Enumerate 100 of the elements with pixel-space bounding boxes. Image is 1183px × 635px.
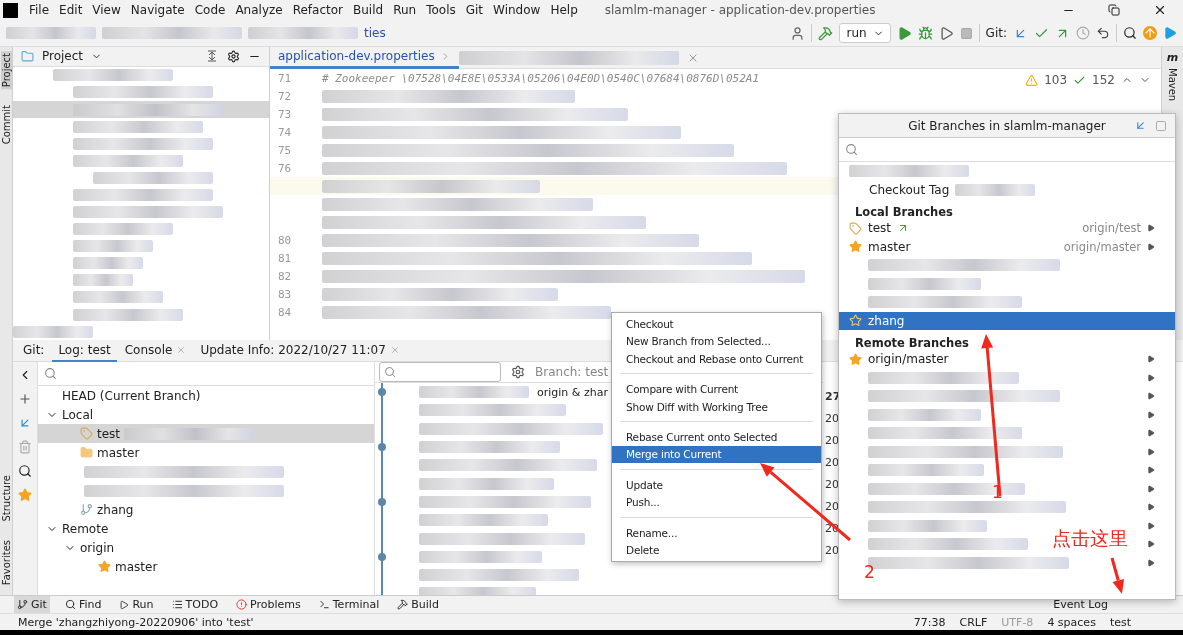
search-icon[interactable] bbox=[18, 464, 32, 478]
menu-item[interactable]: Checkout bbox=[612, 315, 821, 333]
menu-item[interactable]: Navigate bbox=[125, 3, 190, 17]
stop-icon[interactable] bbox=[959, 26, 973, 40]
tree-label: master bbox=[97, 445, 140, 460]
search-field[interactable] bbox=[379, 362, 501, 382]
history-icon[interactable] bbox=[1076, 26, 1090, 40]
menu-item[interactable]: Refactor bbox=[287, 3, 349, 17]
side-tab[interactable]: Structure bbox=[0, 473, 12, 524]
side-tab[interactable]: Project bbox=[0, 51, 12, 90]
branch-filter[interactable]: Branch: test bbox=[535, 365, 609, 379]
warning-count: 103 bbox=[1044, 73, 1068, 87]
star-icon[interactable] bbox=[18, 488, 32, 502]
settings-icon[interactable] bbox=[227, 49, 240, 63]
tree-item[interactable]: zhang bbox=[38, 500, 374, 519]
side-tab[interactable]: Commit bbox=[0, 103, 12, 147]
app-logo bbox=[3, 2, 18, 18]
debug-icon[interactable] bbox=[917, 25, 933, 41]
user-icon[interactable] bbox=[790, 25, 806, 41]
status-message: Merge 'zhangzhiyong-20220906' into 'test' bbox=[18, 615, 254, 629]
blurred-text bbox=[73, 274, 133, 287]
line-number: 76 bbox=[277, 161, 293, 175]
run-config-dropdown[interactable]: run bbox=[839, 23, 891, 43]
close-icon[interactable] bbox=[1153, 3, 1167, 17]
fetch-icon[interactable] bbox=[1134, 119, 1147, 132]
upgrade-icon[interactable] bbox=[1143, 26, 1157, 40]
panel-title[interactable]: Project bbox=[42, 49, 84, 64]
add-icon[interactable] bbox=[18, 392, 32, 406]
tool-window-button[interactable]: Build bbox=[394, 595, 442, 614]
menu-item[interactable]: Show Diff with Working Tree bbox=[612, 397, 821, 416]
menu-item[interactable]: Help bbox=[545, 3, 583, 17]
menu-item[interactable]: Code bbox=[189, 3, 231, 17]
tool-window-button[interactable]: Git bbox=[14, 595, 50, 614]
search-icon[interactable] bbox=[1123, 26, 1137, 40]
branch-item[interactable]: master origin/master bbox=[839, 237, 1175, 256]
side-tab[interactable]: Favorites bbox=[0, 537, 12, 587]
tree-item[interactable]: origin bbox=[38, 538, 374, 557]
build-icon[interactable] bbox=[818, 25, 834, 41]
line-separator[interactable]: CRLF bbox=[959, 615, 988, 629]
side-tab[interactable]: Maven bbox=[1167, 66, 1178, 104]
menu-item[interactable]: Tools bbox=[421, 3, 461, 17]
menu-item[interactable]: Push... bbox=[612, 493, 821, 512]
expand-all-icon[interactable] bbox=[205, 49, 219, 64]
line-number: 71 bbox=[277, 71, 293, 85]
search-field[interactable] bbox=[839, 138, 1175, 162]
tool-window-button[interactable]: Terminal bbox=[315, 595, 383, 614]
run-icon[interactable] bbox=[896, 25, 912, 41]
cursor-position[interactable]: 77:38 bbox=[913, 615, 946, 629]
delete-icon[interactable] bbox=[18, 440, 32, 454]
menu-item[interactable]: Rebase Current onto Selected bbox=[612, 428, 821, 446]
tree-label: test bbox=[97, 426, 121, 441]
panel-tab[interactable]: Git: bbox=[17, 339, 51, 362]
tool-window-button[interactable]: Run bbox=[116, 595, 157, 614]
branch-icon bbox=[17, 599, 28, 610]
menu-item[interactable]: Window bbox=[488, 3, 546, 17]
menu-item[interactable]: Git bbox=[460, 3, 489, 17]
menu-item[interactable]: Checkout and Rebase onto Current bbox=[612, 349, 821, 368]
branch-item[interactable]: zhang bbox=[839, 311, 1175, 330]
menu-item[interactable]: Run bbox=[388, 3, 422, 17]
event-log-button[interactable]: Event Log bbox=[1050, 595, 1111, 614]
tree-item[interactable]: HEAD (Current Branch) bbox=[38, 386, 374, 405]
annotation-label: 点击这里 bbox=[1052, 526, 1128, 551]
problems-icon bbox=[236, 599, 248, 610]
line-number: 84 bbox=[277, 305, 293, 319]
menu-item[interactable]: Rename... bbox=[612, 524, 821, 542]
menu-item[interactable]: Delete bbox=[612, 541, 821, 559]
tree-label: HEAD (Current Branch) bbox=[62, 388, 201, 403]
restore-icon[interactable] bbox=[1108, 4, 1120, 16]
popup-action[interactable]: Checkout Tag bbox=[869, 182, 950, 197]
menu-item[interactable]: View bbox=[87, 3, 126, 17]
branch-item[interactable]: test origin/test bbox=[839, 219, 1175, 238]
git-label: Git: bbox=[985, 26, 1007, 40]
menu-item[interactable]: Update bbox=[612, 476, 821, 494]
menu-item[interactable]: New Branch from Selected... bbox=[612, 332, 821, 350]
panel-tab[interactable]: Console bbox=[118, 339, 193, 362]
menu-item[interactable]: Build bbox=[348, 3, 389, 17]
git-branch-widget[interactable]: test bbox=[1109, 615, 1131, 629]
tool-window-button[interactable]: TODO bbox=[168, 595, 222, 614]
tool-window-button[interactable]: Problems bbox=[233, 595, 304, 614]
indent-setting[interactable]: 4 spaces bbox=[1047, 615, 1096, 629]
menu-item[interactable]: Analyze bbox=[230, 3, 288, 17]
tree-item[interactable]: Local bbox=[38, 405, 374, 424]
hammer-icon bbox=[397, 599, 409, 610]
tool-window-button[interactable]: Find bbox=[61, 595, 105, 614]
branch-item[interactable]: origin/master bbox=[839, 350, 1175, 369]
breadcrumb-item[interactable]: ties bbox=[364, 26, 386, 40]
settings-icon[interactable] bbox=[511, 365, 525, 379]
menu-item[interactable]: Edit bbox=[54, 3, 88, 17]
tree-item[interactable]: master bbox=[38, 443, 374, 462]
rollback-icon[interactable] bbox=[1096, 26, 1110, 40]
tree-item[interactable]: Remote bbox=[38, 519, 374, 538]
tag-icon bbox=[80, 427, 93, 440]
check-count: 152 bbox=[1092, 73, 1115, 87]
star-icon bbox=[98, 560, 111, 573]
menu-item[interactable]: Merge into Current bbox=[612, 445, 821, 464]
menu-item[interactable]: File bbox=[24, 3, 55, 17]
tree-item[interactable]: master bbox=[38, 557, 374, 576]
menu-item[interactable]: Compare with Current bbox=[612, 380, 821, 398]
panel-tab[interactable]: Update Info: 2022/10/27 11:07 bbox=[194, 339, 406, 362]
tree-item[interactable]: test bbox=[38, 424, 374, 443]
